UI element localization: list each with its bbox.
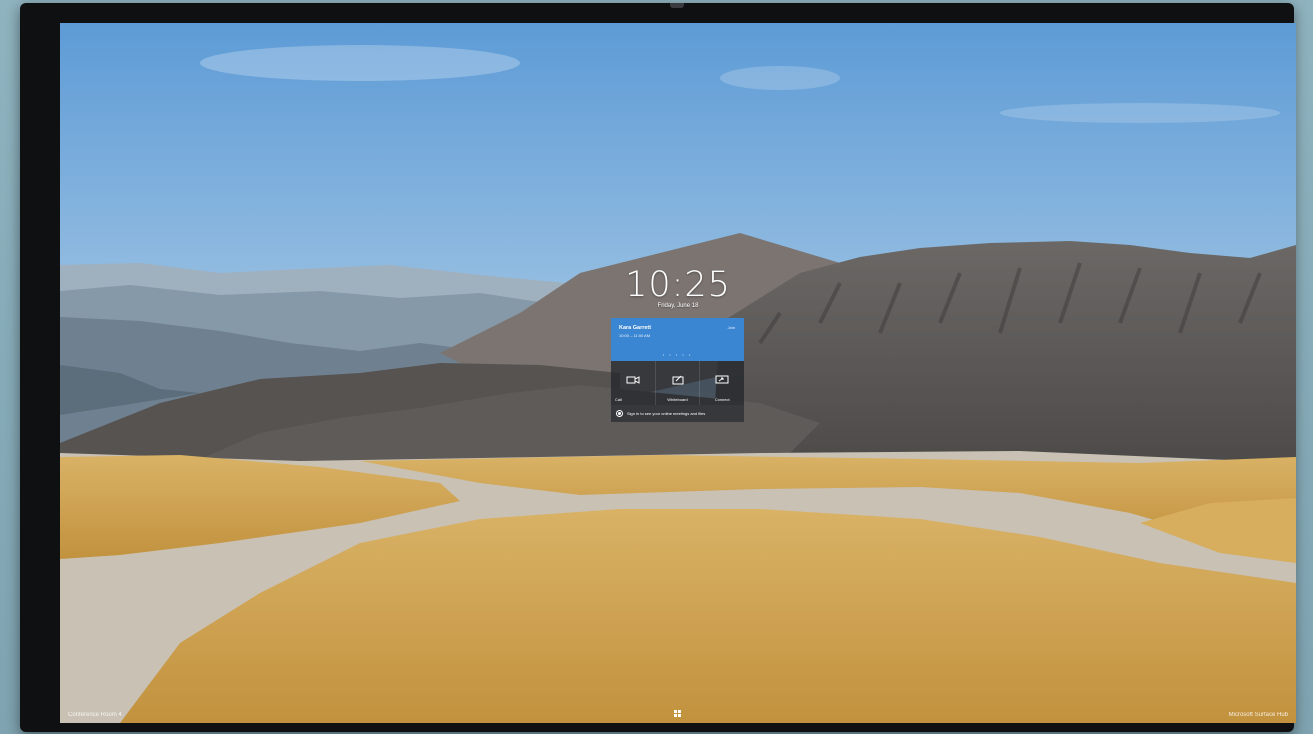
whiteboard-button[interactable]: Whiteboard	[656, 361, 701, 405]
connect-label: Connect	[714, 397, 730, 402]
connect-button[interactable]: Connect	[700, 361, 744, 405]
whiteboard-label: Whiteboard	[667, 397, 688, 402]
lock-clock: 10:25 Friday, June 18	[60, 267, 1296, 309]
sign-in-text: Sign in to see your online meetings and …	[627, 411, 706, 416]
lock-screen: 10:25 Friday, June 18 Kara Garrett 10:00…	[60, 23, 1296, 723]
device-name: Microsoft Surface Hub	[1228, 712, 1288, 718]
room-name: Conference Room 4	[68, 712, 122, 718]
camera-icon	[626, 376, 640, 384]
whiteboard-icon	[672, 375, 683, 385]
meeting-organizer: Kara Garrett	[619, 325, 652, 331]
sign-in-button[interactable]: Sign in to see your online meetings and …	[611, 405, 744, 422]
pagination-dots[interactable]: • • • • •	[611, 352, 744, 357]
clock-time: 10:25	[625, 265, 731, 305]
surface-hub-device: 10:25 Friday, June 18 Kara Garrett 10:00…	[20, 3, 1296, 732]
windows-logo-icon[interactable]	[674, 710, 681, 717]
clock-date: Friday, June 18	[657, 303, 699, 309]
camera-icon	[670, 3, 684, 8]
action-bar: Call Whiteboard Connect	[611, 361, 744, 405]
meeting-card[interactable]: Kara Garrett 10:00 – 11:00 AM Join • • •…	[611, 318, 744, 361]
welcome-panel: Kara Garrett 10:00 – 11:00 AM Join • • •…	[611, 318, 744, 426]
join-button[interactable]: Join	[728, 325, 735, 330]
meeting-time-range: 10:00 – 11:00 AM	[619, 333, 651, 338]
connect-icon	[715, 375, 729, 384]
call-label: Call	[615, 397, 622, 402]
call-button[interactable]: Call	[611, 361, 656, 405]
user-icon	[616, 410, 623, 417]
